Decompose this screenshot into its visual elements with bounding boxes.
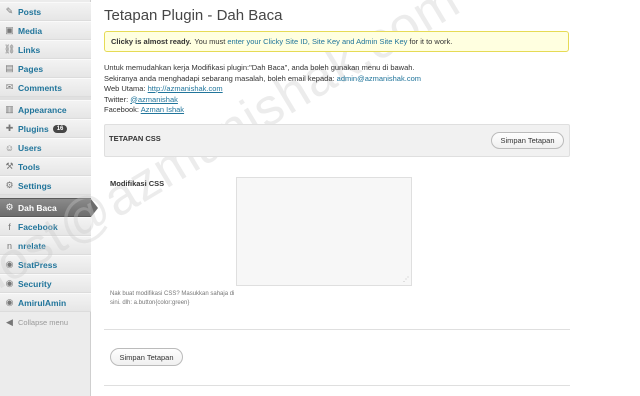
sidebar-item-label: Plugins [18,123,49,134]
links-icon: ⛓ [3,44,16,54]
email-link[interactable]: admin@azmanishak.com [337,74,421,83]
css-field-label: Modifikasi CSS [110,179,165,188]
sidebar-item-users[interactable]: ☺ Users [0,138,91,157]
facebook-icon: f [8,221,11,232]
gear-icon: ⚙ [5,202,14,212]
css-hint: Nak buat modifikasi CSS? Masukkan sahaja… [110,291,235,306]
sidebar-item-appearance[interactable]: ▥ Appearance [0,100,91,119]
sidebar-item-posts[interactable]: ✎ Posts [0,2,91,21]
statpress-icon: ◉ [5,259,14,269]
sidebar-item-security[interactable]: ◉ Security [0,274,91,293]
nrelate-icon: n [6,240,12,251]
info-line5: Facebook: Azman Ishak [104,105,570,116]
pages-icon: ▤ [5,63,14,73]
sidebar-item-label: Posts [18,6,42,17]
sidebar-item-dah-baca[interactable]: ⚙ Dah Baca [0,198,98,217]
info-line3: Web Utama: http://azmanishak.com [104,84,570,95]
sidebar-item-comments[interactable]: ✉ Comments [0,78,91,97]
collapse-icon: ◀ [6,317,13,327]
amirulamin-icon: ◉ [5,297,14,307]
sidebar-item-label: Settings [18,180,52,191]
clicky-notice: Clicky is almost ready. You must enter y… [104,31,569,52]
security-icon: ◉ [5,278,14,288]
sidebar-item-facebook[interactable]: f Facebook [0,217,91,236]
divider [104,329,570,330]
css-settings-box: TETAPAN CSS Simpan Tetapan [104,124,570,157]
sidebar-item-label: AmirulAmin [18,297,67,308]
notice-post: for it to work. [409,37,453,46]
twitter-link[interactable]: @azmanishak [130,95,178,104]
divider [104,385,570,386]
sidebar-item-plugins[interactable]: ✚ Plugins 16 [0,119,91,138]
info-line5-text: Facebook: [104,105,140,114]
page-title: Tetapan Plugin - Dah Baca [104,7,283,24]
sidebar-item-nrelate[interactable]: n nrelate [0,236,91,255]
admin-sidebar: ✎ Posts ▣ Media ⛓ Links ▤ Pages ✉ Comments ▥ Appear… [0,0,98,396]
sidebar-item-label: Pages [18,63,44,74]
info-line2: Sekiranya anda menghadapi sebarang masal… [104,74,570,85]
sidebar-item-statpress[interactable]: ◉ StatPress [0,255,91,274]
tools-icon: ⚒ [5,161,14,171]
sidebar-item-label: Appearance [18,104,67,115]
sidebar-item-label: Facebook [18,221,58,232]
info-line4-text: Twitter: [104,94,129,104]
notice-link[interactable]: enter your Clicky Site ID, Site Key and … [227,37,407,46]
sidebar-item-label: nrelate [18,240,46,251]
sidebar-item-media[interactable]: ▣ Media [0,21,91,40]
sidebar-item-amirulamin[interactable]: ◉ AmirulAmin [0,293,91,312]
notice-pre: You must [194,37,226,46]
css-textarea[interactable]: ⋰ [236,177,412,286]
info-line3-text: Web Utama: [104,84,146,93]
sidebar-item-links[interactable]: ⛓ Links [0,40,91,59]
plugins-icon: ✚ [5,123,14,133]
sidebar-item-label: Users [18,142,42,153]
sidebar-item-label: Comments [18,82,62,93]
sidebar-item-label: Tools [18,161,41,172]
sidebar-item-label: Collapse menu [18,318,69,327]
sidebar-item-collapse-menu[interactable]: ◀ Collapse menu [0,313,91,332]
notice-bold: Clicky is almost ready. [111,37,192,46]
resize-grip-icon[interactable]: ⋰ [403,276,409,283]
comments-icon: ✉ [5,82,14,92]
sidebar-item-pages[interactable]: ▤ Pages [0,59,91,78]
sidebar-item-label: Media [18,25,43,36]
info-line2-text: Sekiranya anda menghadapi sebarang masal… [104,73,335,83]
plugin-update-badge: 16 [52,124,68,133]
sidebar-item-label: Dah Baca [18,202,57,213]
plugin-info: Untuk memudahkan kerja Modifikasi plugin… [104,63,570,116]
save-settings-button-bottom[interactable]: Simpan Tetapan [110,348,183,366]
info-line4: Twitter: @azmanishak [104,95,570,106]
settings-icon: ⚙ [5,180,14,190]
sidebar-item-label: StatPress [18,259,58,270]
sidebar-item-settings[interactable]: ⚙ Settings [0,176,91,195]
sidebar-item-label: Security [18,278,52,289]
facebook-link[interactable]: Azman Ishak [141,105,184,114]
css-section-title: TETAPAN CSS [109,134,161,143]
website-link[interactable]: http://azmanishak.com [148,84,223,93]
appearance-icon: ▥ [5,104,14,114]
info-line1: Untuk memudahkan kerja Modifikasi plugin… [104,63,415,72]
sidebar-item-label: Links [18,44,41,55]
users-icon: ☺ [4,142,15,153]
save-settings-button-top[interactable]: Simpan Tetapan [491,132,564,149]
sidebar-item-tools[interactable]: ⚒ Tools [0,157,91,176]
media-icon: ▣ [5,25,14,35]
pin-icon: ✎ [5,6,14,16]
